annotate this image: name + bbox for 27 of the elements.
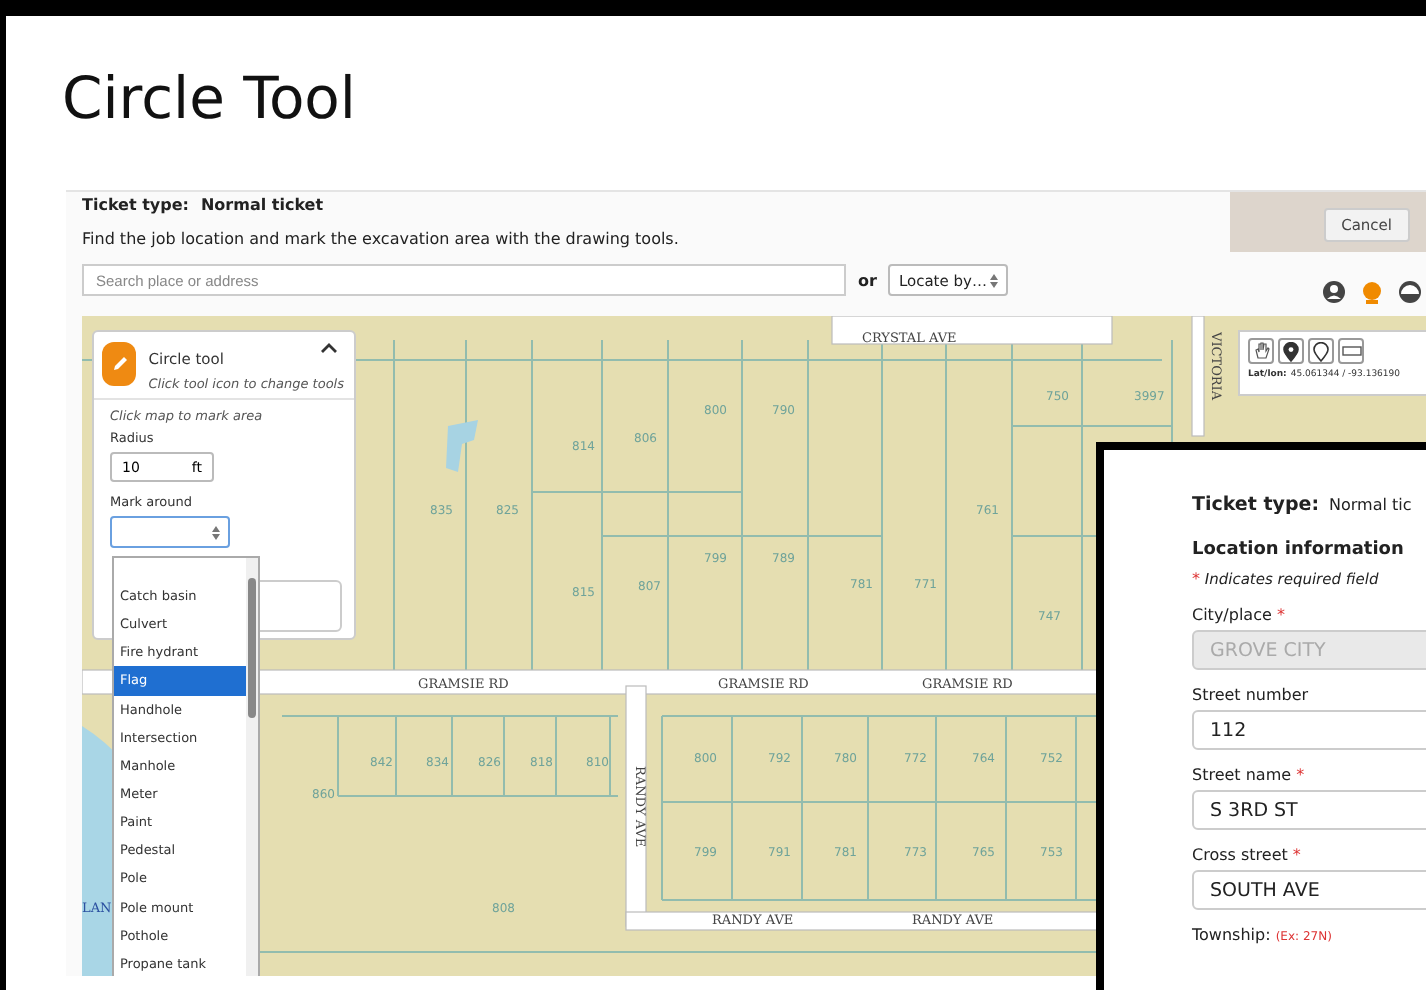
section-heading: Location information <box>1192 540 1406 560</box>
field-label: Street name * <box>1192 766 1307 784</box>
ticket-type-value: Normal tic <box>1329 496 1412 514</box>
pin-outline-icon[interactable] <box>1308 338 1334 364</box>
text-field[interactable]: S 3RD ST <box>1192 790 1426 830</box>
field-label: City/place * <box>1192 606 1287 624</box>
field-label: Street number <box>1192 686 1311 704</box>
mark-around-select[interactable] <box>110 516 230 548</box>
scrollbar[interactable] <box>246 558 258 976</box>
ticket-type-value: Normal ticket <box>200 196 324 214</box>
person-pin-icon[interactable] <box>1322 280 1346 304</box>
ticket-type-label: Ticket type: <box>82 196 189 214</box>
pencil-icon[interactable] <box>102 342 137 386</box>
half-circle-icon[interactable] <box>1398 280 1422 304</box>
collapse-icon[interactable] <box>320 342 338 354</box>
field-label: Cross street * <box>1192 846 1303 864</box>
text-field[interactable]: 112 <box>1192 710 1426 750</box>
sort-icon <box>990 273 999 287</box>
hand-icon[interactable] <box>1248 338 1274 364</box>
sort-icon <box>212 525 220 539</box>
instructions-text: Find the job location and mark the excavation area with the drawing tools. <box>82 230 681 248</box>
slide-title: Circle Tool <box>62 64 358 136</box>
ticket-type-label: Ticket type: <box>1192 494 1319 516</box>
pin-icon[interactable] <box>1278 338 1304 364</box>
or-label: or <box>858 271 877 289</box>
ruler-icon[interactable] <box>1338 338 1364 364</box>
text-field[interactable]: SOUTH AVE <box>1192 870 1426 910</box>
